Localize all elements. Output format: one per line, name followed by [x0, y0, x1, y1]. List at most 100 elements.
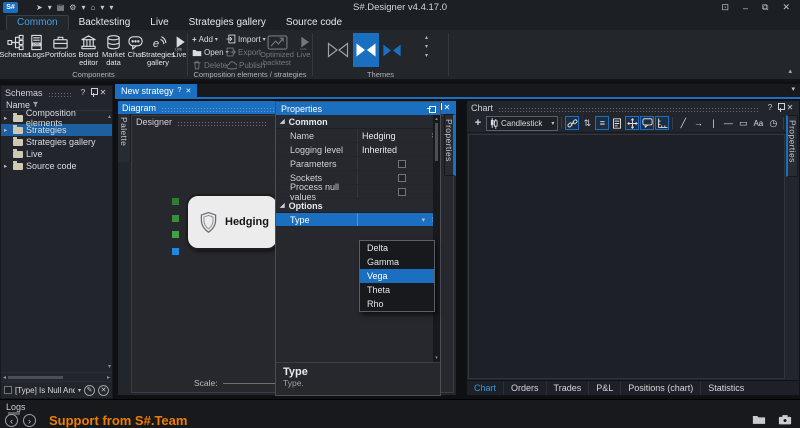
- screenshot-camera-icon[interactable]: [778, 414, 792, 425]
- log-back-button[interactable]: ‹: [5, 414, 18, 427]
- draw-rectangle-tool[interactable]: ▭: [736, 116, 750, 130]
- optimized-backtest-button[interactable]: Optimized backtest: [258, 33, 296, 68]
- pointer-icon[interactable]: ➤: [34, 3, 45, 12]
- tree-item-composition-elements[interactable]: ▸ Composition elements: [1, 112, 112, 124]
- qat-overflow-icon[interactable]: ▾: [107, 3, 115, 12]
- scroll-down-icon[interactable]: ▾: [425, 43, 428, 50]
- draw-vertical-line-tool[interactable]: |: [706, 116, 720, 130]
- chevron-down-icon[interactable]: ▾: [78, 387, 81, 394]
- draw-arrow-tool[interactable]: →: [691, 116, 705, 130]
- port-blue[interactable]: [172, 248, 179, 255]
- chart-properties-side-tab[interactable]: Properties: [786, 115, 798, 177]
- properties-scrollbar[interactable]: ▴ ▾: [433, 115, 440, 362]
- property-row-name[interactable]: Name Hedging ✕: [276, 129, 440, 143]
- close-icon[interactable]: ✕: [785, 103, 795, 112]
- help-icon[interactable]: ?: [78, 88, 88, 97]
- home-icon[interactable]: ⌂: [88, 3, 97, 12]
- horizontal-scrollbar[interactable]: ◂ ▸: [1, 372, 112, 381]
- schemas-button[interactable]: Schemas: [1, 33, 29, 59]
- tab-orders[interactable]: Orders: [504, 381, 547, 395]
- tree-item-live[interactable]: Live: [1, 148, 112, 160]
- draw-horizontal-line-tool[interactable]: —: [721, 116, 735, 130]
- market-data-button[interactable]: Market data: [101, 33, 126, 68]
- gallery-expand-icon[interactable]: ▾: [425, 52, 428, 59]
- live-run-button[interactable]: LIVE Live: [296, 33, 311, 59]
- dropdown-item-delta[interactable]: Delta: [360, 241, 434, 255]
- series-type-combobox[interactable]: Candlestick ▾: [486, 116, 558, 131]
- strategies-gallery-button[interactable]: e Strategies gallery: [144, 33, 172, 68]
- sockets-checkbox[interactable]: [398, 174, 406, 182]
- add-indicator-button[interactable]: +: [471, 116, 485, 130]
- log-forward-button[interactable]: ›: [23, 414, 36, 427]
- filter-funnel-icon[interactable]: [32, 101, 39, 108]
- ribbon-collapse-icon[interactable]: ▴: [788, 67, 792, 75]
- parameters-checkbox[interactable]: [398, 160, 406, 168]
- board-editor-button[interactable]: Board editor: [76, 33, 101, 68]
- document-tab-new-strategy[interactable]: New strategy ? ✕: [115, 84, 197, 97]
- pin-icon[interactable]: [427, 105, 436, 112]
- help-icon[interactable]: ?: [765, 103, 775, 112]
- group-row-options[interactable]: ◢ Options: [276, 199, 440, 213]
- chevron-down-icon[interactable]: ▾: [79, 3, 87, 12]
- ribbon-tab-backtesting[interactable]: Backtesting: [69, 16, 141, 30]
- scroll-up-icon[interactable]: ▴: [108, 113, 111, 120]
- logging-level-value[interactable]: Inherited: [358, 145, 440, 155]
- close-icon[interactable]: ✕: [442, 103, 452, 112]
- dropdown-item-gamma[interactable]: Gamma: [360, 255, 434, 269]
- tree-item-strategies-gallery[interactable]: Strategies gallery: [1, 136, 112, 148]
- group-row-common[interactable]: ◢ Common: [276, 115, 440, 129]
- tab-positions-chart[interactable]: Positions (chart): [621, 381, 701, 395]
- expander-icon[interactable]: ▸: [4, 114, 10, 122]
- live-button[interactable]: LIVE Live: [172, 33, 187, 59]
- scroll-up-icon[interactable]: ▴: [425, 34, 428, 41]
- add-button[interactable]: + Add ▾: [192, 33, 218, 45]
- scroll-left-icon[interactable]: ◂: [3, 374, 6, 381]
- tab-pnl[interactable]: P&L: [589, 381, 621, 395]
- dropdown-item-vega[interactable]: Vega: [360, 269, 434, 283]
- draw-text-tool[interactable]: Aa: [751, 116, 765, 130]
- expander-icon[interactable]: ▸: [4, 162, 10, 170]
- chevron-down-icon[interactable]: ▾: [98, 3, 106, 12]
- theme-blue-button[interactable]: [381, 33, 403, 67]
- axes-button[interactable]: [655, 116, 669, 130]
- help-icon[interactable]: ?: [178, 87, 182, 94]
- chevron-down-icon[interactable]: ▾: [46, 3, 54, 12]
- save-icon[interactable]: ▤: [55, 3, 67, 12]
- tab-chart[interactable]: Chart: [467, 381, 504, 395]
- open-log-folder-icon[interactable]: [752, 414, 766, 425]
- pin-icon[interactable]: [777, 103, 784, 112]
- property-row-parameters[interactable]: Parameters: [276, 157, 440, 171]
- ribbon-tab-strategies-gallery[interactable]: Strategies gallery: [179, 16, 276, 30]
- ribbon-tab-live[interactable]: Live: [140, 16, 178, 30]
- expander-icon[interactable]: ▸: [4, 126, 10, 134]
- hedging-block[interactable]: Hedging: [186, 194, 279, 250]
- tree-item-source-code[interactable]: ▸ Source code: [1, 160, 112, 172]
- scroll-down-icon[interactable]: ▾: [108, 363, 111, 370]
- tab-statistics[interactable]: Statistics: [701, 381, 751, 395]
- scrollbar-thumb[interactable]: [8, 376, 63, 379]
- minimize-button[interactable]: –: [743, 3, 748, 13]
- theme-selected-button[interactable]: [353, 33, 379, 67]
- property-row-logging-level[interactable]: Logging level Inherited: [276, 143, 440, 157]
- property-row-type[interactable]: Type ▾ ✕: [276, 213, 440, 227]
- export-button[interactable]: Export: [226, 46, 261, 58]
- scroll-right-icon[interactable]: ▸: [107, 374, 110, 381]
- filter-checkbox[interactable]: [4, 386, 12, 394]
- link-charts-button[interactable]: [565, 116, 579, 130]
- portfolios-button[interactable]: Portfolios: [45, 33, 76, 59]
- dropdown-item-rho[interactable]: Rho: [360, 297, 434, 311]
- close-button[interactable]: ✕: [782, 2, 790, 13]
- port-green-3[interactable]: [172, 231, 179, 238]
- pin-icon[interactable]: [90, 88, 97, 97]
- tab-trades[interactable]: Trades: [547, 381, 590, 395]
- gear-icon[interactable]: ⚙: [67, 3, 78, 12]
- palette-side-tab[interactable]: Palette: [118, 114, 131, 162]
- draw-line-tool[interactable]: ╱: [676, 116, 690, 130]
- port-green-2[interactable]: [172, 215, 179, 222]
- screen-mode-button[interactable]: ⊡: [721, 2, 729, 13]
- restore-button[interactable]: ⧉: [762, 2, 768, 13]
- theme-dark-button[interactable]: [325, 33, 351, 67]
- close-icon[interactable]: ✕: [98, 88, 108, 97]
- tab-list-dropdown-icon[interactable]: ▾: [791, 85, 795, 93]
- property-row-process-null-values[interactable]: Process null values: [276, 185, 440, 199]
